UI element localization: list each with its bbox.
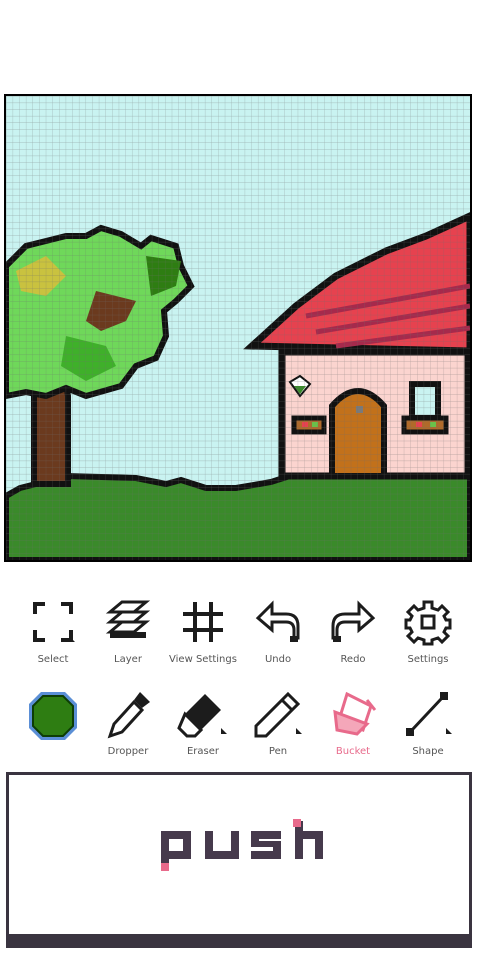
undo-icon (255, 600, 300, 642)
pen-icon (254, 691, 302, 738)
select-icon (33, 602, 75, 642)
settings-label: Settings (407, 654, 449, 665)
pen-label: Pen (268, 746, 288, 757)
layer-tool[interactable]: Layer (91, 598, 165, 678)
toolbar-bottom: Dropper Eraser Pen Bucket Shape (0, 690, 480, 770)
layer-icon (105, 600, 151, 638)
pen-tool[interactable]: Pen (241, 690, 315, 770)
toolbar-top: Select Layer View Settings Undo Redo Set… (0, 598, 480, 678)
drawing-canvas[interactable] (4, 94, 472, 562)
view-settings-label: View Settings (169, 654, 237, 665)
current-color-swatch[interactable] (27, 690, 79, 742)
bucket-label: Bucket (335, 746, 371, 757)
select-tool[interactable]: Select (16, 598, 90, 678)
eraser-tool[interactable]: Eraser (166, 690, 240, 770)
shape-label: Shape (412, 746, 444, 757)
promo-banner[interactable] (6, 772, 472, 948)
undo-label: Undo (264, 654, 292, 665)
view-settings-tool[interactable]: View Settings (166, 598, 240, 678)
color-picker[interactable] (16, 690, 90, 770)
select-label: Select (37, 654, 69, 665)
pixel-art-canvas[interactable] (6, 96, 470, 560)
line-shape-icon (406, 692, 452, 736)
settings-tool[interactable]: Settings (391, 598, 465, 678)
bucket-icon (333, 691, 377, 736)
undo-tool[interactable]: Undo (241, 598, 315, 678)
eraser-label: Eraser (186, 746, 220, 757)
shape-tool[interactable]: Shape (391, 690, 465, 770)
dropper-label: Dropper (107, 746, 149, 757)
dropper-icon (107, 692, 150, 739)
grid-icon (183, 602, 223, 642)
dropper-tool[interactable]: Dropper (91, 690, 165, 770)
eraser-icon (177, 694, 227, 738)
bucket-tool[interactable]: Bucket (316, 690, 390, 770)
gear-icon (404, 600, 452, 646)
pixel-grid (6, 96, 470, 560)
redo-icon (331, 600, 376, 642)
redo-label: Redo (340, 654, 366, 665)
layer-label: Layer (114, 654, 142, 665)
push-logo (161, 819, 323, 871)
redo-tool[interactable]: Redo (316, 598, 390, 678)
